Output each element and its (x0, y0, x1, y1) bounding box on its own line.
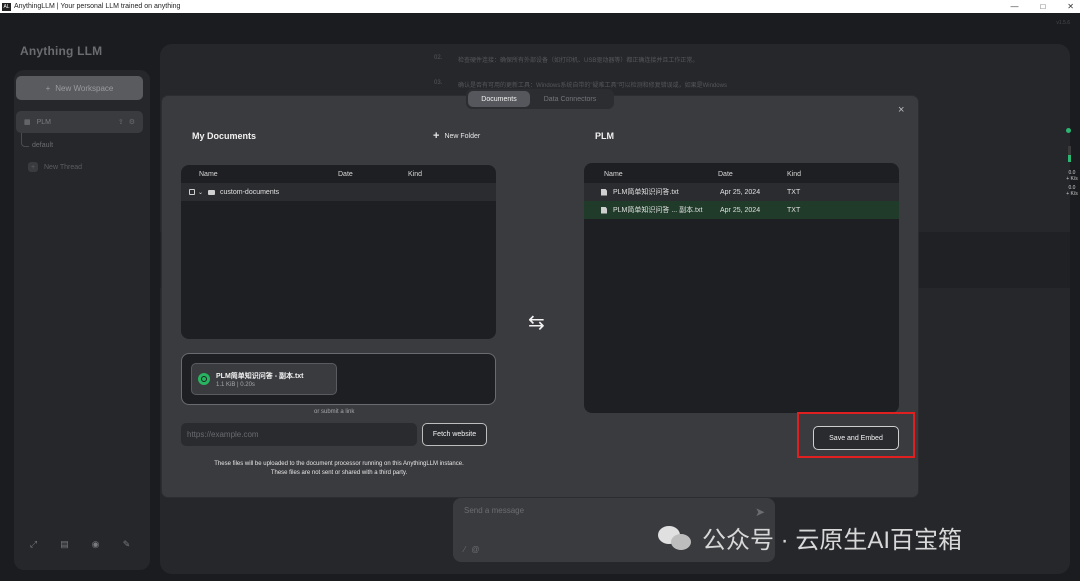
message-placeholder: Send a message (464, 506, 525, 515)
workspace-documents-title: PLM (595, 131, 614, 141)
workspace-actions: ⇪ ⚙ (118, 118, 135, 126)
app-icon: AL (2, 2, 11, 11)
modal-tabs: Documents Data Connectors (466, 89, 614, 109)
file-icon (601, 188, 607, 196)
gear-icon[interactable]: ⚙ (129, 118, 135, 126)
or-submit-link-label: or submit a link (314, 409, 355, 415)
upload-success-icon (198, 373, 210, 385)
net-unit: + K/s (1066, 191, 1078, 197)
new-workspace-label: New Workspace (55, 83, 114, 93)
file-kind: TXT (787, 188, 801, 196)
window-title: AnythingLLM | Your personal LLM trained … (14, 3, 181, 10)
file-icon (601, 206, 607, 214)
plus-icon: + (433, 130, 440, 142)
workspace-documents-panel: Name Date Kind PLM简单知识问答.txt Apr 25, 202… (584, 163, 899, 413)
sidebar-footer: ⤢ ▤ ◉ ✎ (28, 539, 132, 550)
folder-icon (208, 189, 216, 195)
close-icon[interactable]: × (898, 104, 904, 116)
discord-icon[interactable]: ◉ (90, 539, 101, 550)
bg-line-num: 03. (434, 80, 443, 86)
new-thread-label: New Thread (44, 163, 83, 171)
net-unit: + K/s (1066, 176, 1078, 182)
folder-row[interactable]: ⌄ custom-documents (181, 183, 496, 201)
watermark-text: 公众号 · 云原生AI百宝箱 (702, 527, 963, 554)
window-controls: — □ ✕ (1010, 0, 1074, 13)
uploaded-file-card: PLM简单知识问答 - 副本.txt 1.1 KiB | 0.20s (191, 363, 337, 395)
wechat-icon (658, 524, 694, 552)
logo-text: Anything LLM (20, 44, 103, 58)
workspace-name: PLM (36, 118, 52, 126)
message-tools: ⁄ @ (464, 545, 479, 554)
settings-icon[interactable]: ✎ (121, 539, 132, 550)
minimize-button[interactable]: — (1010, 2, 1018, 11)
file-kind: TXT (787, 206, 801, 214)
bg-line-num: 02. (434, 55, 443, 61)
new-thread-button[interactable]: + New Thread (28, 162, 82, 172)
plus-icon: + (45, 83, 51, 93)
watermark: 公众号 · 云原生AI百宝箱 (658, 520, 962, 555)
column-name: Name (604, 170, 623, 178)
file-name: PLM简单知识问答.txt (613, 189, 679, 196)
file-date: Apr 25, 2024 (720, 188, 761, 196)
save-and-embed-button[interactable]: Save and Embed (813, 426, 899, 450)
slash-command-icon[interactable]: ⁄ (464, 545, 465, 554)
maximize-button[interactable]: □ (1040, 2, 1045, 11)
notice-line: These files are not sent or shared with … (270, 470, 408, 476)
new-folder-button[interactable]: + New Folder (433, 130, 480, 142)
column-kind: Kind (408, 170, 423, 178)
my-documents-panel: Name Date Kind ⌄ custom-documents (181, 165, 496, 339)
tab-documents[interactable]: Documents (468, 91, 530, 107)
folder-checkbox[interactable] (189, 189, 195, 195)
bg-line: 确认是否有可用的更新工具：Windows系统自带的"疑难工具"可以检测和修复错误… (458, 83, 727, 89)
notice-line: These files will be uploaded to the docu… (214, 461, 464, 467)
my-documents-title: My Documents (192, 131, 257, 141)
send-icon[interactable]: ➤ (755, 505, 765, 519)
column-kind: Kind (787, 170, 802, 178)
uploaded-file-name: PLM简单知识问答 - 副本.txt (216, 372, 304, 380)
column-date: Date (338, 170, 353, 178)
file-date: Apr 25, 2024 (720, 206, 761, 214)
upload-notice: These files will be uploaded to the docu… (176, 460, 502, 478)
app-logo: Anything LLM (20, 44, 102, 58)
new-workspace-button[interactable]: + New Workspace (16, 76, 143, 100)
workspace-grid-icon: ▦ (24, 119, 31, 126)
file-table-header: Name Date Kind (584, 165, 899, 183)
url-input[interactable] (181, 423, 417, 446)
docs-icon[interactable]: ▤ (59, 539, 70, 550)
workspace-file-row[interactable]: PLM简单知识问答.txt Apr 25, 2024 TXT (584, 183, 899, 201)
window-titlebar: AL AnythingLLM | Your personal LLM train… (0, 0, 1080, 13)
file-name: PLM简单知识问答 ... 副本.txt (613, 207, 703, 214)
fetch-website-button[interactable]: Fetch website (422, 423, 487, 446)
upload-icon[interactable]: ⇪ (118, 118, 124, 126)
swap-arrows-icon: ⇆ (528, 312, 545, 334)
folder-name: custom-documents (220, 188, 280, 196)
bg-line: 检查硬件连接：确保所有外部设备（如打印机、USB驱动器等）都正确连接并且工作正常… (458, 58, 699, 64)
plus-icon: + (28, 162, 38, 172)
support-icon[interactable]: ⤢ (28, 539, 39, 550)
column-date: Date (718, 170, 733, 178)
thread-connector (21, 133, 29, 147)
attach-icon[interactable]: @ (471, 545, 479, 554)
tab-data-connectors[interactable]: Data Connectors (530, 91, 610, 107)
column-name: Name (199, 170, 218, 178)
status-dot (1066, 128, 1071, 133)
version-label: v1.5.6 (1056, 20, 1070, 26)
file-table-header: Name Date Kind (181, 165, 496, 183)
close-window-button[interactable]: ✕ (1067, 2, 1074, 11)
uploaded-file-meta: 1.1 KiB | 0.20s (216, 381, 255, 388)
meter-fill (1068, 155, 1071, 162)
chevron-down-icon[interactable]: ⌄ (198, 189, 203, 196)
workspace-file-row[interactable]: PLM简单知识问答 ... 副本.txt Apr 25, 2024 TXT (584, 201, 899, 219)
thread-default[interactable]: default (32, 142, 53, 149)
sidebar-item-plm[interactable]: ▦ PLM ⇪ ⚙ (16, 111, 143, 133)
new-folder-label: New Folder (444, 132, 481, 140)
